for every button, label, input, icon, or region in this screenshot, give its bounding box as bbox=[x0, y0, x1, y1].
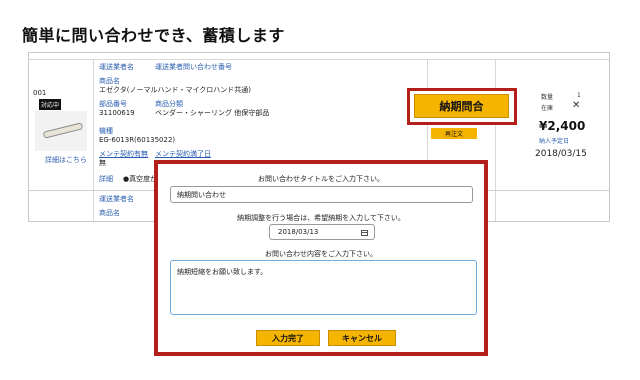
out-of-stock-x-icon: ✕ bbox=[572, 100, 581, 111]
product-name-label: 商品名 bbox=[99, 77, 120, 85]
ejector-part-image bbox=[42, 122, 84, 139]
maintenance-contract-label: メンテ契約有無 bbox=[99, 150, 148, 158]
model-value: EG-6013R(60135022) bbox=[99, 136, 176, 144]
top-divider bbox=[29, 59, 609, 60]
product-name: エゼクタ(ノーマルハンド・マイクロハンド共通) bbox=[99, 86, 252, 94]
row-number: 001 bbox=[33, 89, 47, 97]
part-number: 31100619 bbox=[99, 109, 135, 117]
next-product-label: 商品名 bbox=[99, 209, 120, 217]
date-prompt: 納期調整を行う場合は、希望納期を入力して下さい。 bbox=[237, 214, 405, 222]
title-prompt: お問い合わせタイトルをご入力下さい。 bbox=[258, 175, 384, 183]
product-thumbnail bbox=[35, 111, 87, 151]
tracking-label: 運送業者問い合わせ番号 bbox=[155, 63, 232, 71]
category-label: 商品分類 bbox=[155, 100, 183, 108]
maintenance-expiry-label: メンテ契約満了日 bbox=[155, 150, 211, 158]
confirm-button[interactable]: 入力完了 bbox=[256, 330, 320, 346]
stock-label: 在庫 bbox=[541, 105, 554, 112]
detail-label: 詳細 bbox=[99, 175, 113, 183]
inquiry-dialog: お問い合わせタイトルをご入力下さい。 納期問い合わせ 納期調整を行う場合は、希望… bbox=[154, 160, 488, 356]
category-value: ベンダー・シャーリング 他保守部品 bbox=[155, 109, 270, 117]
eta-date: 2018/03/15 bbox=[535, 149, 587, 159]
next-carrier-label: 運送業者名 bbox=[99, 195, 134, 203]
quantity-label: 数量 bbox=[541, 94, 554, 101]
detail-link[interactable]: 詳細はこちら bbox=[45, 155, 87, 165]
delivery-inquiry-button[interactable]: 納期問合 bbox=[414, 94, 509, 118]
column-divider bbox=[93, 59, 94, 221]
content-prompt: お問い合わせ内容をご入力下さい。 bbox=[265, 250, 377, 258]
model-label: 機種 bbox=[99, 127, 113, 135]
inquiry-content-textarea[interactable]: 納期短縮をお願い致します。 bbox=[170, 260, 477, 315]
quantity-value: 1 bbox=[577, 92, 581, 99]
maintenance-contract-value: 無 bbox=[99, 159, 106, 167]
desired-date-input[interactable]: 2018/03/13 bbox=[269, 224, 375, 240]
desired-date-value: 2018/03/13 bbox=[278, 228, 319, 236]
part-number-label: 部品番号 bbox=[99, 100, 127, 108]
delivery-inquiry-highlight: 納期問合 bbox=[407, 88, 517, 125]
cancel-button[interactable]: キャンセル bbox=[328, 330, 396, 346]
carrier-label: 運送業者名 bbox=[99, 63, 134, 71]
price: ¥2,400 bbox=[539, 119, 586, 133]
page-headline: 簡単に問い合わせでき、蓄積します bbox=[22, 26, 285, 45]
column-divider bbox=[495, 59, 496, 221]
detail-value: ●真空度が bbox=[123, 175, 158, 183]
calendar-icon[interactable] bbox=[361, 230, 368, 236]
eta-label: 納入予定日 bbox=[539, 138, 570, 145]
reorder-button[interactable]: 再注文 bbox=[431, 128, 477, 139]
inquiry-title-input[interactable]: 納期問い合わせ bbox=[170, 186, 473, 203]
status-badge: 対応中 bbox=[39, 99, 62, 110]
